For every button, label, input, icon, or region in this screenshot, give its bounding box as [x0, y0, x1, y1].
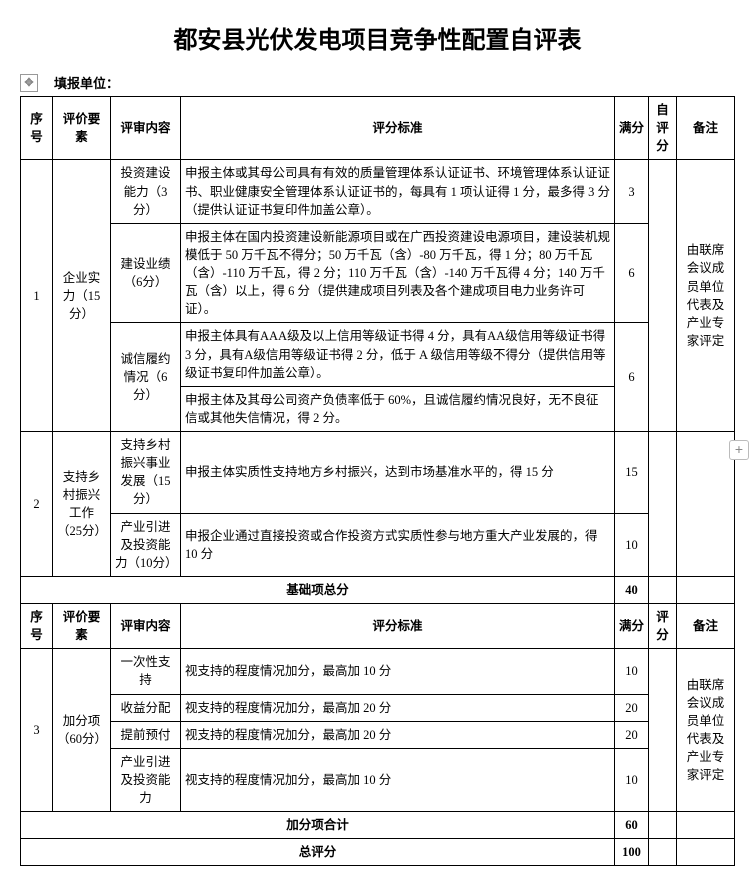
table-header-row: 序号 评价要素 评审内容 评分标准 满分 评分 备注	[21, 604, 735, 649]
full-cell: 10	[615, 649, 649, 694]
criteria-cell: 申报企业通过直接投资或合作投资方式实质性参与地方重大产业发展的，得 10 分	[181, 513, 615, 576]
note-cell	[677, 576, 735, 603]
plus-icon[interactable]: +	[729, 440, 749, 460]
col-seq: 序号	[21, 97, 53, 160]
full-cell: 15	[615, 432, 649, 514]
self-cell[interactable]	[649, 432, 677, 577]
filler-label: 填报单位：	[54, 73, 119, 92]
note-cell	[677, 839, 735, 866]
score-cell[interactable]	[649, 649, 677, 812]
item-cell: 一次性支持	[111, 649, 181, 694]
score-cell[interactable]	[649, 839, 677, 866]
col-full: 满分	[615, 97, 649, 160]
note-cell	[677, 812, 735, 839]
table-row: 建设业绩（6分） 申报主体在国内投资建设新能源项目或在广西投资建设电源项目，建设…	[21, 223, 735, 323]
score-cell[interactable]	[649, 812, 677, 839]
criteria-cell: 视支持的程度情况加分，最高加 20 分	[181, 721, 615, 748]
subtotal-bonus-row: 加分项合计 60	[21, 812, 735, 839]
col-seq: 序号	[21, 604, 53, 649]
table-row: 提前预付 视支持的程度情况加分，最高加 20 分 20	[21, 721, 735, 748]
item-cell: 收益分配	[111, 694, 181, 721]
criteria-cell: 申报主体在国内投资建设新能源项目或在广西投资建设电源项目，建设装机规模低于 50…	[181, 223, 615, 323]
full-cell: 6	[615, 223, 649, 323]
subtotal-base-label: 基础项总分	[21, 576, 615, 603]
table-row: 诚信履约情况（6分） 申报主体具有AAA级及以上信用等级证书得 4 分，具有AA…	[21, 323, 735, 386]
subtotal-bonus-label: 加分项合计	[21, 812, 615, 839]
item-cell: 产业引进及投资能力（10分）	[111, 513, 181, 576]
criteria-cell: 视支持的程度情况加分，最高加 10 分	[181, 649, 615, 694]
factor-cell: 企业实力（15分）	[53, 160, 111, 432]
factor-cell: 支持乡村振兴工作（25分）	[53, 432, 111, 577]
page-title: 都安县光伏发电项目竞争性配置自评表	[20, 20, 735, 55]
table-header-row: 序号 评价要素 评审内容 评分标准 满分 自评分 备注	[21, 97, 735, 160]
item-cell: 诚信履约情况（6分）	[111, 323, 181, 432]
self-cell[interactable]	[649, 160, 677, 432]
col-full: 满分	[615, 604, 649, 649]
total-row: 总评分 100	[21, 839, 735, 866]
col-note: 备注	[677, 604, 735, 649]
criteria-cell: 视支持的程度情况加分，最高加 20 分	[181, 694, 615, 721]
move-arrows-icon[interactable]: ✥	[20, 74, 38, 92]
subtotal-base-full: 40	[615, 576, 649, 603]
table-row: 3 加分项（60分） 一次性支持 视支持的程度情况加分，最高加 10 分 10 …	[21, 649, 735, 694]
subtotal-bonus-full: 60	[615, 812, 649, 839]
evaluation-table: 序号 评价要素 评审内容 评分标准 满分 自评分 备注 1 企业实力（15分） …	[20, 96, 735, 866]
item-cell: 产业引进及投资能力	[111, 748, 181, 811]
filler-row: ✥ 填报单位：	[20, 73, 735, 92]
full-cell: 3	[615, 160, 649, 223]
col-item: 评审内容	[111, 604, 181, 649]
seq-cell: 3	[21, 649, 53, 812]
seq-cell: 2	[21, 432, 53, 577]
full-cell: 20	[615, 721, 649, 748]
col-item: 评审内容	[111, 97, 181, 160]
note-cell	[677, 432, 735, 577]
factor-cell: 加分项（60分）	[53, 649, 111, 812]
self-cell[interactable]	[649, 576, 677, 603]
note-cell: 由联席会议成员单位代表及产业专家评定	[677, 160, 735, 432]
item-cell: 支持乡村振兴事业发展（15分）	[111, 432, 181, 514]
item-cell: 投资建设能力（3分）	[111, 160, 181, 223]
col-self: 自评分	[649, 97, 677, 160]
full-cell: 6	[615, 323, 649, 432]
note-cell: 由联席会议成员单位代表及产业专家评定	[677, 649, 735, 812]
item-cell: 提前预付	[111, 721, 181, 748]
table-row: 产业引进及投资能力 视支持的程度情况加分，最高加 10 分 10	[21, 748, 735, 811]
full-cell: 10	[615, 513, 649, 576]
table-row: 收益分配 视支持的程度情况加分，最高加 20 分 20	[21, 694, 735, 721]
col-factor: 评价要素	[53, 604, 111, 649]
criteria-cell: 申报主体及其母公司资产负债率低于 60%，且诚信履约情况良好，无不良征信或其他失…	[181, 386, 615, 431]
criteria-cell: 视支持的程度情况加分，最高加 10 分	[181, 748, 615, 811]
col-criteria: 评分标准	[181, 97, 615, 160]
criteria-cell: 申报主体具有AAA级及以上信用等级证书得 4 分，具有AA级信用等级证书得 3 …	[181, 323, 615, 386]
col-score: 评分	[649, 604, 677, 649]
subtotal-base-row: 基础项总分 40	[21, 576, 735, 603]
item-cell: 建设业绩（6分）	[111, 223, 181, 323]
seq-cell: 1	[21, 160, 53, 432]
criteria-cell: 申报主体实质性支持地方乡村振兴，达到市场基准水平的，得 15 分	[181, 432, 615, 514]
table-row: 1 企业实力（15分） 投资建设能力（3分） 申报主体或其母公司具有有效的质量管…	[21, 160, 735, 223]
total-label: 总评分	[21, 839, 615, 866]
table-row: 产业引进及投资能力（10分） 申报企业通过直接投资或合作投资方式实质性参与地方重…	[21, 513, 735, 576]
total-full: 100	[615, 839, 649, 866]
col-criteria: 评分标准	[181, 604, 615, 649]
col-factor: 评价要素	[53, 97, 111, 160]
table-row: 2 支持乡村振兴工作（25分） 支持乡村振兴事业发展（15分） 申报主体实质性支…	[21, 432, 735, 514]
full-cell: 20	[615, 694, 649, 721]
col-note: 备注	[677, 97, 735, 160]
full-cell: 10	[615, 748, 649, 811]
criteria-cell: 申报主体或其母公司具有有效的质量管理体系认证证书、环境管理体系认证证书、职业健康…	[181, 160, 615, 223]
